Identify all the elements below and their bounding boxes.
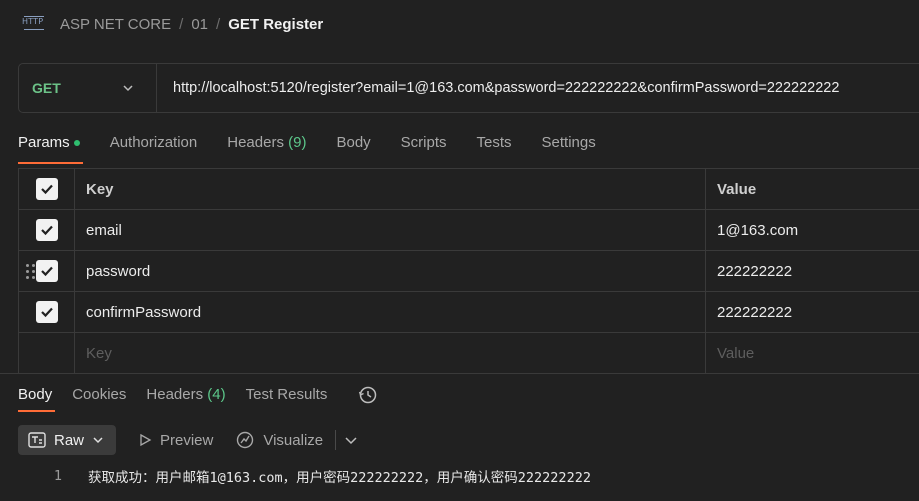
params-table: Key Value email 1@163.com password 22222… [18, 168, 919, 374]
request-title[interactable]: GET Register [228, 16, 323, 33]
check-icon [40, 184, 53, 195]
breadcrumb-folder[interactable]: 01 [191, 16, 208, 33]
tab-headers[interactable]: Headers (9) [227, 128, 306, 164]
tab-scripts[interactable]: Scripts [401, 128, 447, 164]
param-key[interactable]: email [75, 210, 706, 250]
chevron-down-icon [93, 437, 103, 444]
tab-body[interactable]: Body [336, 128, 370, 164]
history-icon[interactable] [357, 384, 379, 406]
params-active-dot [73, 140, 80, 147]
raw-format-button[interactable]: Raw [18, 425, 116, 455]
param-value[interactable]: 222222222 [706, 292, 919, 332]
tab-response-body[interactable]: Body [18, 380, 56, 412]
check-icon [40, 225, 53, 236]
response-toolbar: Raw Preview Visualize [18, 425, 358, 455]
tab-response-cookies[interactable]: Cookies [72, 380, 126, 412]
tab-tests[interactable]: Tests [477, 128, 512, 164]
method-select[interactable]: GET [19, 64, 157, 112]
breadcrumb-separator: / [216, 15, 221, 33]
tab-response-headers[interactable]: Headers (4) [146, 380, 225, 412]
line-number: 1 [53, 468, 62, 484]
param-value[interactable]: 1@163.com [706, 210, 919, 250]
text-format-icon [28, 432, 46, 448]
visualize-button[interactable]: Visualize [235, 430, 323, 450]
table-row: password 222222222 [18, 251, 919, 292]
param-checkbox[interactable] [35, 260, 58, 282]
breadcrumb-separator: / [179, 15, 184, 33]
table-row-empty: Key Value [18, 333, 919, 374]
http-request-icon: HTTP [22, 14, 46, 34]
param-key[interactable]: confirmPassword [75, 292, 706, 332]
param-key[interactable]: password [75, 251, 706, 291]
chevron-down-icon [123, 85, 133, 92]
new-key-input[interactable]: Key [75, 333, 706, 373]
visualize-icon [237, 431, 254, 449]
response-tabs: Body Cookies Headers (4) Test Results [18, 380, 379, 412]
method-label: GET [32, 80, 61, 96]
pane-divider[interactable] [0, 373, 919, 374]
response-body-text[interactable]: 获取成功：用户邮箱1@163.com，用户密码222222222，用户确认密码2… [88, 466, 591, 486]
check-icon [40, 266, 53, 277]
url-bar: GET http://localhost:5120/register?email… [18, 63, 919, 113]
drag-handle-icon[interactable] [26, 264, 36, 280]
preview-button[interactable]: Preview [138, 432, 213, 449]
param-value[interactable]: 222222222 [706, 251, 919, 291]
tab-params[interactable]: Params [18, 128, 83, 164]
param-checkbox[interactable] [35, 301, 58, 323]
params-table-header: Key Value [18, 169, 919, 210]
tab-test-results[interactable]: Test Results [246, 380, 328, 412]
tab-settings[interactable]: Settings [542, 128, 596, 164]
play-icon [140, 433, 152, 447]
tab-authorization[interactable]: Authorization [110, 128, 198, 164]
new-value-input[interactable]: Value [706, 333, 919, 373]
table-row: confirmPassword 222222222 [18, 292, 919, 333]
key-column-header: Key [75, 169, 706, 209]
request-tabs: Params Authorization Headers (9) Body Sc… [18, 128, 626, 164]
select-all-checkbox[interactable] [35, 178, 58, 200]
chevron-down-icon[interactable] [344, 433, 358, 447]
table-row: email 1@163.com [18, 210, 919, 251]
url-input[interactable]: http://localhost:5120/register?email=1@1… [157, 80, 839, 96]
breadcrumb: HTTP ASP NET CORE / 01 / GET Register [0, 0, 919, 48]
response-headers-count: (4) [207, 386, 226, 403]
value-column-header: Value [717, 180, 757, 198]
headers-count: (9) [288, 134, 307, 151]
response-body-line: 1 获取成功：用户邮箱1@163.com，用户密码222222222，用户确认密… [18, 465, 591, 487]
breadcrumb-collection[interactable]: ASP NET CORE [60, 16, 171, 33]
check-icon [40, 307, 53, 318]
toolbar-divider [335, 430, 337, 450]
param-checkbox[interactable] [35, 219, 58, 241]
